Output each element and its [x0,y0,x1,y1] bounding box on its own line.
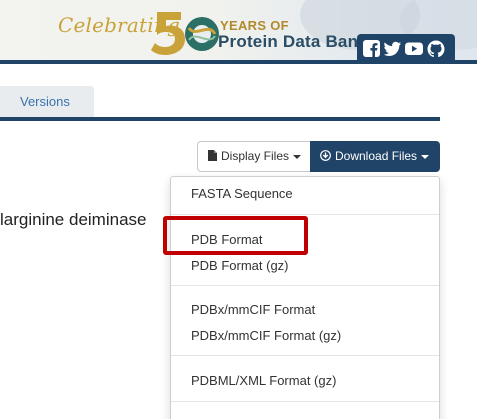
github-icon[interactable] [427,40,445,57]
menu-divider [171,285,439,286]
download-files-label: Download Files [335,149,418,163]
youtube-icon[interactable] [405,40,423,57]
menu-item-fasta-sequence[interactable]: FASTA Sequence [191,186,293,201]
highlight-annotation [163,216,308,255]
banner-org-name: Protein Data Bank [218,32,368,51]
download-circle-icon [320,150,331,162]
banner-years-of-text: YEARS OF [220,18,289,33]
page: Celebrating YEARS OF Protein Data Bank V… [0,0,477,419]
tab-versions[interactable]: Versions [0,86,94,117]
menu-divider [171,401,439,402]
header-divider [0,60,477,64]
download-files-menu: FASTA Sequence PDB Format PDB Format (gz… [170,176,440,419]
menu-item-pdbx-mmcif-format[interactable]: PDBx/mmCIF Format [191,302,315,317]
structure-title: larginine deiminase [0,210,147,229]
menu-divider [171,355,439,356]
fifty-logo-icon [151,12,219,55]
facebook-icon[interactable] [363,40,381,57]
download-files-button[interactable]: Download Files [310,141,440,172]
tab-bar-underline [0,117,440,121]
menu-item-pdb-format-gz[interactable]: PDB Format (gz) [191,258,289,273]
menu-item-pdbx-mmcif-format-gz[interactable]: PDBx/mmCIF Format (gz) [191,328,341,343]
display-files-label: Display Files [221,149,290,163]
chevron-down-icon [293,154,302,159]
menu-divider [171,214,439,215]
display-files-button[interactable]: Display Files [197,141,311,172]
file-icon [208,150,217,162]
chevron-down-icon [421,154,430,159]
twitter-icon[interactable] [384,40,402,57]
menu-item-pdbml-xml-format-gz[interactable]: PDBML/XML Format (gz) [191,373,336,388]
